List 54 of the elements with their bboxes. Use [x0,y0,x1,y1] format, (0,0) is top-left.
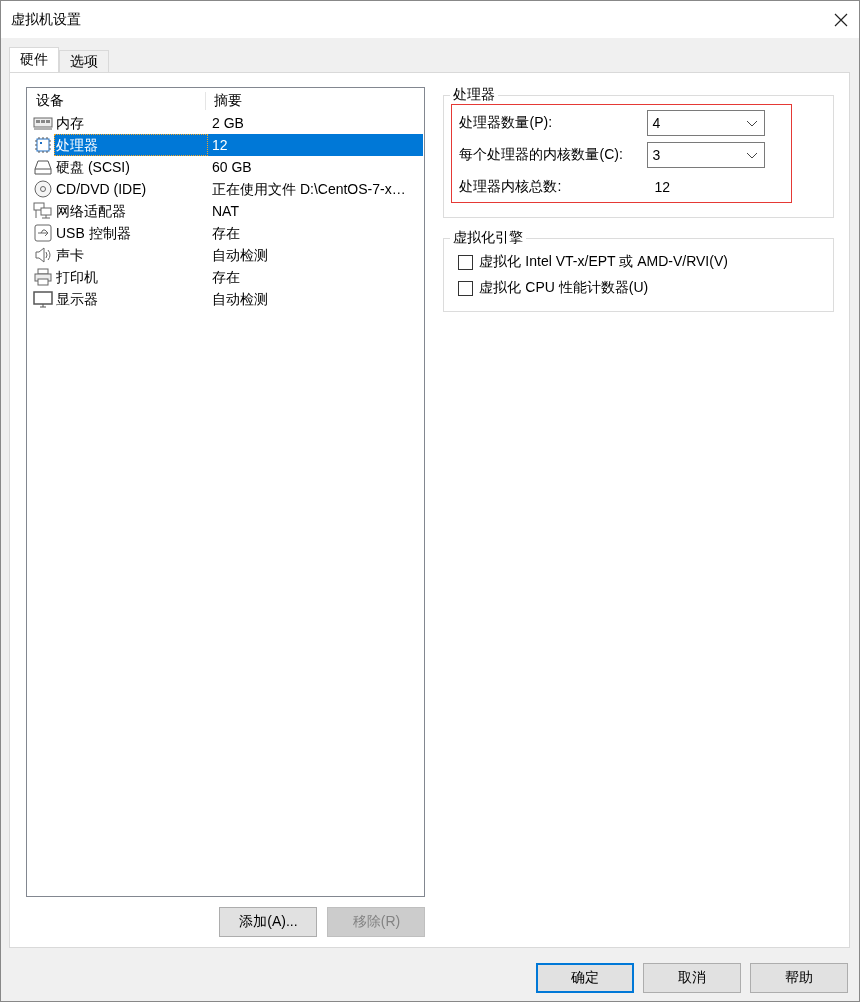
group-title: 虚拟化引擎 [450,229,527,247]
checkbox[interactable] [458,280,474,296]
table-cell-text: 2 GB [211,114,245,133]
list-item[interactable]: 网络适配器 [54,200,208,222]
drive-icon [33,158,53,176]
checkbox-label: 虚拟化 Intel VT-x/EPT 或 AMD-V/RVI(V) [479,253,728,271]
table-cell-text: 存在 [211,268,241,287]
column-header: 设备 [28,92,206,110]
tab[interactable]: 选项 [59,50,109,72]
list-item[interactable]: 声卡 [54,244,208,266]
table-cell-text: 存在 [211,224,241,243]
list-item[interactable]: 内存 [54,112,208,134]
dropdown-value: 3 [652,147,661,163]
table-cell: 12 [208,134,424,156]
table-cell-text: NAT [211,202,240,221]
close-icon[interactable] [833,11,849,28]
usb-icon [33,224,53,242]
cancel-button[interactable]: 取消 [643,963,741,993]
memory-icon [33,114,53,132]
field-label: 处理器数量(P): [459,114,554,132]
table-cell-text: 60 GB [211,158,253,177]
value-text: 12 [653,179,671,195]
column-header: 摘要 [213,92,242,110]
list-item[interactable]: CD/DVD (IDE) [54,178,208,200]
device-list[interactable]: 设备 摘要 内存 2 GB 处理器 12 硬盘 (SCSI) 60 GB CD/DVD (IDE) 正在使用文件 D:\CentOS-7-x… 网络适配器 NAT USB 控制器 存在 声卡 自动检测 打印机 存在 显示器 自动检测 [26,87,426,897]
group-title: 处理器 [450,86,499,104]
field-label: 处理器内核总数: [459,178,563,196]
chip-icon [33,136,53,154]
list-item[interactable]: 打印机 [54,266,208,288]
caret-icon [746,119,759,127]
list-item[interactable]: 显示器 [54,288,208,310]
monitor-icon [33,290,53,308]
list-item[interactable]: USB 控制器 [54,222,208,244]
speaker-icon [33,246,53,264]
dropdown[interactable]: 3 [647,142,766,168]
tab[interactable]: 硬件 [9,47,59,72]
field-label: 每个处理器的内核数量(C): [459,146,624,164]
dropdown[interactable]: 4 [647,110,766,136]
list-item[interactable]: 处理器 [54,134,208,156]
dropdown-value: 4 [652,115,661,131]
printer-icon [33,268,53,286]
ok-button[interactable]: 确定 [536,963,634,993]
disc-icon [33,180,53,198]
table-cell-text: 自动检测 [211,290,269,309]
list-item[interactable]: 硬盘 (SCSI) [54,156,208,178]
window-title: 虚拟机设置 [11,10,81,29]
network-icon [33,202,53,220]
add-button[interactable]: 添加(A)... [219,907,318,937]
checkbox-label: 虚拟化 CPU 性能计数器(U) [479,279,649,297]
help-button[interactable]: 帮助 [750,963,848,993]
checkbox[interactable] [458,254,474,270]
table-cell-text: 自动检测 [211,246,269,265]
table-cell-text: 正在使用文件 D:\CentOS-7-x… [211,180,407,199]
caret-icon [746,151,759,159]
